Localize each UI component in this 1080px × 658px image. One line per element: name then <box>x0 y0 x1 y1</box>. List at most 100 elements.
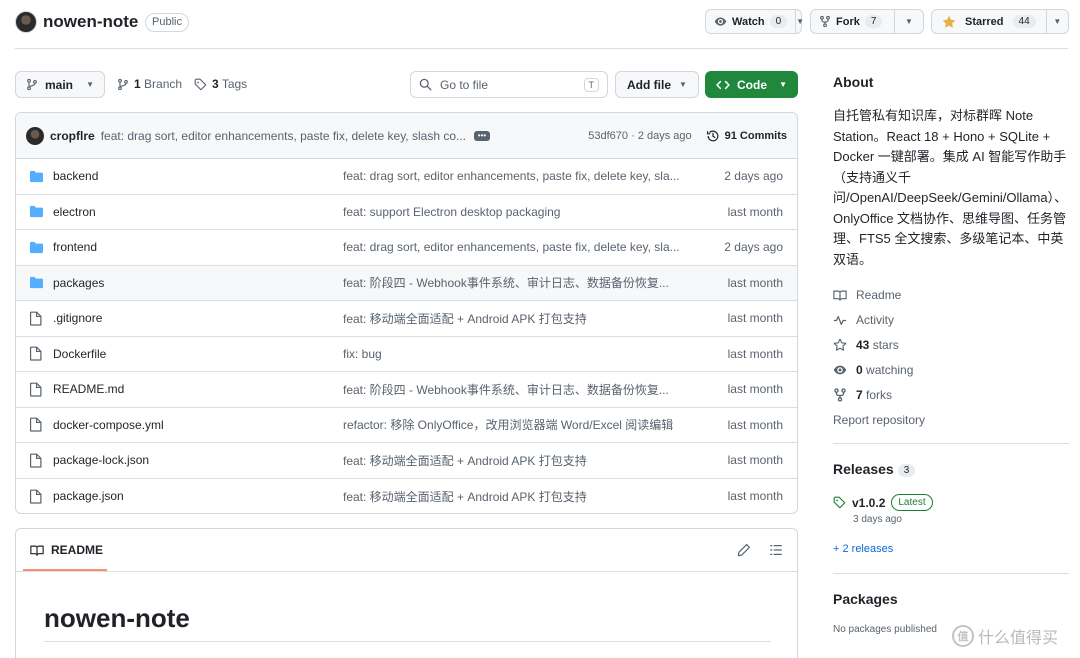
fork-icon <box>820 15 830 28</box>
file-commit-message[interactable]: feat: drag sort, editor enhancements, pa… <box>343 240 693 254</box>
latest-badge: Latest <box>891 494 933 511</box>
go-to-file-input[interactable]: Go to file T <box>410 71 608 98</box>
file-name[interactable]: package-lock.json <box>53 453 343 467</box>
more-releases-link[interactable]: + 2 releases <box>833 543 893 555</box>
file-type-icon <box>29 346 45 361</box>
readme-heading-rule <box>44 641 771 642</box>
packages-title[interactable]: Packages <box>833 591 898 607</box>
file-row[interactable]: frontend feat: drag sort, editor enhancem… <box>16 230 797 266</box>
file-type-icon <box>29 417 45 432</box>
branch-select-button[interactable]: main ▼ <box>15 71 105 98</box>
commit-hash-time[interactable]: 53df670 · 2 days ago <box>588 130 691 142</box>
commit-message[interactable]: feat: drag sort, editor enhancements, pa… <box>101 129 466 143</box>
folder-icon <box>30 206 43 218</box>
readme-link[interactable]: Readme <box>833 288 901 302</box>
activity-link[interactable]: Activity <box>833 313 894 327</box>
file-name[interactable]: package.json <box>53 489 343 503</box>
fork-label: Fork <box>836 15 860 28</box>
file-icon <box>29 346 42 361</box>
file-commit-time: last month <box>727 275 783 290</box>
releases-title[interactable]: Releases 3 <box>833 461 916 477</box>
file-row[interactable]: backend feat: drag sort, editor enhanceme… <box>16 159 797 195</box>
file-name[interactable]: Dockerfile <box>53 347 343 361</box>
no-packages-text: No packages published <box>833 624 937 635</box>
file-row[interactable]: package.json feat: 移动端全面适配 + Android APK … <box>16 479 797 514</box>
file-row[interactable]: packages feat: 阶段四 - Webhook事件系统、审计日志、数据备… <box>16 265 797 301</box>
file-commit-message[interactable]: feat: 阶段四 - Webhook事件系统、审计日志、数据备份恢复... <box>343 274 693 291</box>
add-file-button[interactable]: Add file ▼ <box>615 71 699 98</box>
starred-label: Starred <box>965 15 1004 28</box>
commit-author[interactable]: cropflre <box>50 129 95 143</box>
branches-link[interactable]: 1 Branch <box>117 77 182 91</box>
file-commit-message[interactable]: feat: support Electron desktop packaging <box>343 205 693 219</box>
owner-avatar[interactable] <box>15 11 37 33</box>
watch-button[interactable]: Watch 0 ▼ <box>705 9 804 34</box>
tags-label: Tags <box>221 77 248 91</box>
commit-hash: 53df670 <box>588 129 629 142</box>
file-name[interactable]: backend <box>53 169 343 183</box>
star-caret-icon[interactable]: ▼ <box>1045 10 1068 33</box>
stars-link[interactable]: 43 stars <box>833 338 899 352</box>
file-icon <box>29 453 42 468</box>
release-date: 3 days ago <box>853 514 902 525</box>
file-commit-message[interactable]: feat: drag sort, editor enhancements, pa… <box>343 169 693 183</box>
about-description: 自托管私有知识库，对标群晖 Note Station。React 18 + Ho… <box>833 108 1068 267</box>
file-name[interactable]: README.md <box>53 382 343 396</box>
file-name[interactable]: electron <box>53 205 343 219</box>
file-commit-message[interactable]: feat: 阶段四 - Webhook事件系统、审计日志、数据备份恢复... <box>343 381 693 398</box>
report-repository-link[interactable]: Report repository <box>833 413 925 427</box>
readme-heading: nowen-note <box>44 603 190 633</box>
fork-caret-icon[interactable]: ▼ <box>894 10 922 33</box>
readme-tab-label: README <box>51 543 104 557</box>
readme-tab[interactable]: README <box>30 543 103 557</box>
search-icon <box>419 78 432 91</box>
commits-count: 91 Commits <box>724 129 787 142</box>
file-commit-message[interactable]: refactor: 移除 OnlyOffice，改用浏览器端 Word/Exce… <box>343 416 693 433</box>
file-name[interactable]: docker-compose.yml <box>53 418 343 432</box>
latest-release[interactable]: v1.0.2 Latest <box>833 494 933 511</box>
fork-icon <box>834 388 846 402</box>
file-commit-message[interactable]: feat: 移动端全面适配 + Android APK 打包支持 <box>343 452 693 469</box>
file-commit-message[interactable]: feat: 移动端全面适配 + Android APK 打包支持 <box>343 488 693 505</box>
starred-button[interactable]: Starred 44 ▼ <box>931 9 1069 34</box>
commit-expand-icon[interactable]: ••• <box>474 130 490 141</box>
commit-author-avatar[interactable] <box>26 126 44 145</box>
sidebar-divider <box>833 443 1069 444</box>
file-commit-message[interactable]: fix: bug <box>343 347 693 361</box>
releases-count: 3 <box>897 464 916 477</box>
eye-icon <box>714 17 727 26</box>
commits-history-link[interactable]: 91 Commits <box>706 129 787 143</box>
about-title: About <box>833 74 874 90</box>
file-row[interactable]: Dockerfile fix: bug last month <box>16 337 797 372</box>
file-row[interactable]: package-lock.json feat: 移动端全面适配 + Android… <box>16 443 797 479</box>
file-commit-message[interactable]: feat: 移动端全面适配 + Android APK 打包支持 <box>343 310 693 327</box>
watch-count: 0 <box>769 15 788 28</box>
file-name[interactable]: frontend <box>53 240 343 254</box>
file-list: backend feat: drag sort, editor enhanceme… <box>16 159 797 514</box>
file-row[interactable]: electron feat: support Electron desktop p… <box>16 195 797 230</box>
eye-icon <box>833 365 847 375</box>
branches-label: Branch <box>144 77 183 91</box>
file-row[interactable]: .gitignore feat: 移动端全面适配 + Android APK 打包… <box>16 301 797 337</box>
file-row[interactable]: docker-compose.yml refactor: 移除 OnlyOffic… <box>16 408 797 443</box>
code-button[interactable]: Code ▼ <box>705 71 798 98</box>
tags-link[interactable]: 3 Tags <box>194 77 247 91</box>
add-file-label: Add file <box>627 77 671 92</box>
repo-name[interactable]: nowen-note <box>43 12 138 32</box>
file-row[interactable]: README.md feat: 阶段四 - Webhook事件系统、审计日志、数据… <box>16 372 797 408</box>
folder-icon <box>30 170 43 182</box>
fork-count: 7 <box>864 15 883 28</box>
file-name[interactable]: packages <box>53 276 343 290</box>
pencil-icon[interactable] <box>737 543 751 557</box>
forks-link[interactable]: 7 forks <box>833 388 892 402</box>
file-name[interactable]: .gitignore <box>53 311 343 325</box>
watch-caret-icon[interactable]: ▼ <box>795 10 804 33</box>
header-divider <box>15 48 1068 49</box>
go-to-file-placeholder: Go to file <box>440 77 489 92</box>
watching-link[interactable]: 0 watching <box>833 363 913 377</box>
fork-button[interactable]: Fork 7 ▼ <box>810 9 924 34</box>
outline-list-icon[interactable] <box>769 543 783 557</box>
code-caret-icon: ▼ <box>779 80 787 89</box>
activity-link-label: Activity <box>856 313 895 327</box>
go-to-file-shortcut: T <box>583 77 599 92</box>
